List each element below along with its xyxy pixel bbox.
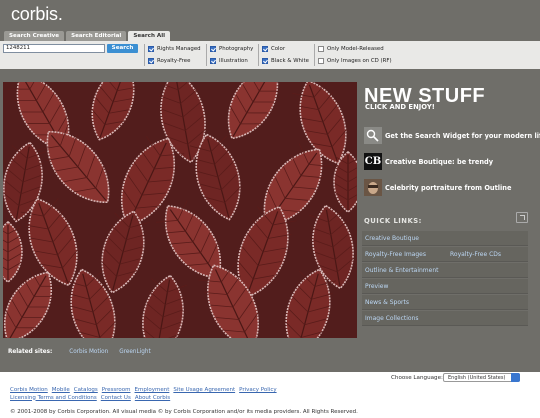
checkbox-icon [262, 58, 268, 64]
new-stuff-item-celebrity[interactable]: Celebrity portraiture from Outline [364, 179, 511, 196]
divider [258, 44, 259, 66]
new-stuff-item-creative-boutique[interactable]: CB Creative Boutique: be trendy [364, 153, 493, 170]
new-stuff-subtitle: CLICK AND ENJOY! [365, 103, 435, 111]
quick-link-royalty-free-images[interactable]: Royalty-Free Images [365, 247, 426, 262]
language-select[interactable]: English (United States) [443, 373, 520, 382]
footer-link[interactable]: Employment [135, 387, 170, 393]
new-stuff-link: Creative Boutique: be trendy [385, 157, 494, 166]
hero-image-leaves[interactable] [3, 82, 357, 338]
checkbox-label: Rights Managed [157, 46, 201, 52]
tab-search-editorial[interactable]: Search Editorial [66, 31, 127, 41]
checkbox-icon [210, 58, 216, 64]
checkbox-label: Only Images on CD (RF) [327, 58, 392, 64]
checkbox-label: Royalty-Free [157, 58, 191, 64]
checkbox-rights-managed[interactable]: Rights Managed [148, 46, 201, 52]
footer-link[interactable]: Site Usage Agreement [173, 387, 235, 393]
checkbox-model-released[interactable]: Only Model-Released [318, 46, 384, 52]
copyright-text: © 2001-2008 by Corbis Corporation. All v… [10, 409, 358, 415]
new-stuff-link: Get the Search Widget for your modern li… [385, 131, 540, 140]
footer-link[interactable]: Contact Us [101, 395, 131, 401]
checkbox-icon [148, 58, 154, 64]
leaf-shape [101, 210, 150, 294]
quick-link-royalty-free-cds[interactable]: Royalty-Free CDs [450, 247, 501, 262]
checkbox-label: Only Model-Released [327, 46, 384, 52]
checkbox-icon [318, 58, 324, 64]
corbis-logo[interactable]: corbis. [11, 4, 63, 25]
related-link-corbis-motion[interactable]: Corbis Motion [69, 349, 108, 355]
tab-search-all[interactable]: Search All [128, 31, 171, 41]
new-stuff-link: Celebrity portraiture from Outline [385, 183, 512, 192]
footer-link[interactable]: Pressroom [102, 387, 131, 393]
checkbox-icon [262, 46, 268, 52]
search-panel: 1248211 Search Rights Managed Royalty-Fr… [0, 41, 540, 69]
search-tabs: Search Creative Search Editorial Search … [4, 31, 171, 41]
related-link-greenlight[interactable]: GreenLight [119, 349, 150, 355]
checkbox-royalty-free[interactable]: Royalty-Free [148, 58, 190, 64]
quick-link-row: Preview [362, 279, 528, 294]
divider [206, 44, 207, 66]
related-sites-label: Related sites: [8, 349, 53, 355]
quick-link-image-collections[interactable]: Image Collections [365, 311, 419, 326]
quick-link-row: News & Sports [362, 295, 528, 310]
search-widget-icon [364, 127, 382, 144]
quick-link-preview[interactable]: Preview [365, 279, 388, 294]
checkbox-label: Photography [219, 46, 254, 52]
quick-link-row: Creative Boutique [362, 231, 528, 246]
tab-search-creative[interactable]: Search Creative [4, 31, 65, 41]
divider [144, 44, 145, 66]
external-link-icon[interactable] [516, 212, 528, 223]
leaf-shape [91, 82, 137, 141]
new-stuff-item-search-widget[interactable]: Get the Search Widget for your modern li… [364, 127, 540, 144]
checkbox-black-white[interactable]: Black & White [262, 58, 309, 64]
leaves-illustration [3, 82, 357, 338]
checkbox-label: Black & White [271, 58, 309, 64]
divider [314, 44, 315, 66]
quick-link-row: Outline & Entertainment [362, 263, 528, 278]
leaf-shape [142, 274, 188, 338]
related-sites: Related sites: Corbis Motion GreenLight [8, 349, 162, 355]
quick-link-outline-entertainment[interactable]: Outline & Entertainment [365, 263, 439, 278]
checkbox-illustration[interactable]: Illustration [210, 58, 248, 64]
checkbox-photography[interactable]: Photography [210, 46, 253, 52]
footer-link[interactable]: Catalogs [74, 387, 98, 393]
checkbox-icon [210, 46, 216, 52]
quick-link-news-sports[interactable]: News & Sports [365, 295, 409, 310]
leaf-shape [227, 82, 281, 140]
quick-link-creative-boutique[interactable]: Creative Boutique [365, 231, 419, 246]
footer-link[interactable]: Mobile [52, 387, 70, 393]
cb-logo-icon: CB [364, 153, 382, 170]
quick-link-row: Image Collections [362, 311, 528, 326]
leaf-shape [3, 220, 23, 284]
footer-links: Corbis Motion Mobile Catalogs Pressroom Empl… [10, 387, 290, 402]
checkbox-color[interactable]: Color [262, 46, 285, 52]
footer-link[interactable]: About Corbis [135, 395, 170, 401]
search-button[interactable]: Search [107, 44, 138, 53]
footer-link[interactable]: Privacy Policy [239, 387, 276, 393]
checkbox-icon [318, 46, 324, 52]
checkbox-icon [148, 46, 154, 52]
quick-links-title: QUICK LINKS: [364, 217, 422, 225]
checkbox-label: Color [271, 46, 286, 52]
footer-link[interactable]: Corbis Motion [10, 387, 48, 393]
footer-link[interactable]: Licensing Terms and Conditions [10, 395, 97, 401]
language-label: Choose Language: [391, 375, 443, 381]
quick-link-row: Royalty-Free Images Royalty-Free CDs [362, 247, 528, 262]
search-input[interactable]: 1248211 [3, 44, 105, 53]
checkbox-images-on-cd[interactable]: Only Images on CD (RF) [318, 58, 392, 64]
celebrity-portrait-icon [364, 179, 382, 196]
checkbox-label: Illustration [219, 58, 248, 64]
